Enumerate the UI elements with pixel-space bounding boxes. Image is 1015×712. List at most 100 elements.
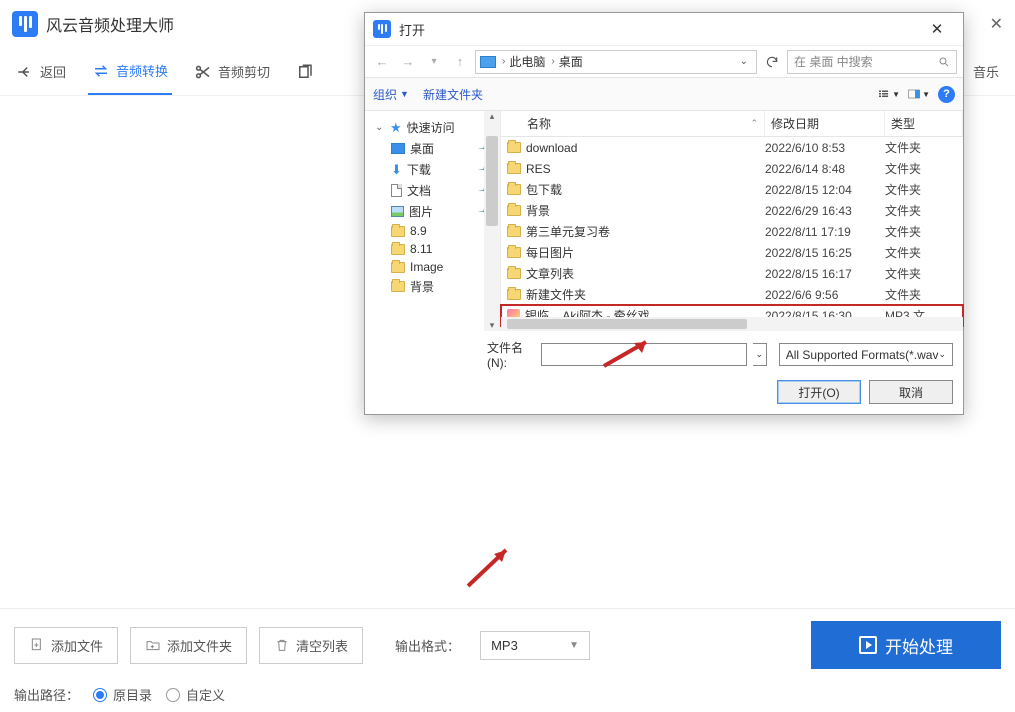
view-mode-button[interactable]: ▼: [878, 85, 900, 103]
col-name-header[interactable]: 名称⌃: [501, 111, 765, 136]
refresh-button[interactable]: [761, 51, 783, 73]
tree-pictures[interactable]: 图片📌: [369, 201, 496, 222]
nav-forward-button[interactable]: →: [397, 51, 419, 73]
tree-label: 下载: [407, 161, 431, 178]
file-row[interactable]: download2022/6/10 8:53文件夹: [501, 137, 963, 158]
add-folder-label: 添加文件夹: [167, 636, 232, 655]
nav-convert-label: 音频转换: [116, 61, 168, 80]
nav-back[interactable]: 返回: [12, 49, 70, 95]
folder-plus-icon: [145, 637, 161, 653]
dialog-close-button[interactable]: ✕: [919, 15, 955, 43]
pane-icon: [908, 87, 920, 101]
file-type: 文件夹: [885, 223, 963, 240]
file-name: 第三单元复习卷: [526, 223, 610, 240]
file-row[interactable]: 背景 2022/6/29 16:43文件夹: [501, 200, 963, 221]
dialog-search-input[interactable]: 在 桌面 中搜索: [787, 50, 957, 74]
trash-icon: [274, 637, 290, 653]
file-row[interactable]: 每日图片2022/8/15 16:25文件夹: [501, 242, 963, 263]
radio-custom-dir[interactable]: 自定义: [166, 685, 225, 704]
file-row[interactable]: 文章列表2022/8/15 16:17文件夹: [501, 263, 963, 284]
nav-recent-button[interactable]: ▾: [423, 51, 445, 73]
file-name: 包下载: [526, 181, 562, 198]
path-dropdown-button[interactable]: ⌄: [736, 56, 752, 67]
folder-icon: [391, 281, 405, 292]
star-icon: ★: [390, 120, 402, 136]
file-name: RES: [526, 162, 551, 176]
file-row[interactable]: RES2022/6/14 8:48文件夹: [501, 158, 963, 179]
chevron-down-icon: ⌄: [938, 349, 946, 360]
output-format-select[interactable]: MP3 ▼: [480, 631, 590, 660]
cancel-button[interactable]: 取消: [869, 380, 953, 404]
tree-label: 背景: [410, 278, 434, 295]
radio-icon: [166, 688, 180, 702]
filename-label: 文件名(N):: [487, 339, 535, 370]
nav-cut[interactable]: 音频剪切: [190, 49, 274, 95]
file-date: 2022/8/15 16:17: [765, 267, 885, 281]
add-folder-button[interactable]: 添加文件夹: [130, 627, 247, 664]
file-row[interactable]: 第三单元复习卷2022/8/11 17:19文件夹: [501, 221, 963, 242]
folder-tree: ⌄★快速访问 桌面📌 ⬇下载📌 文档📌 图片📌 8.9 8.11 Image 背…: [365, 111, 501, 331]
file-scrollbar[interactable]: [501, 317, 963, 331]
tree-folder[interactable]: Image: [369, 258, 496, 276]
tree-folder[interactable]: 8.9: [369, 222, 496, 240]
tree-label: 文档: [407, 182, 431, 199]
organize-menu[interactable]: 组织▼: [373, 86, 409, 103]
file-list: 名称⌃ 修改日期 类型 download2022/6/10 8:53文件夹 RES…: [501, 111, 963, 331]
filename-dropdown[interactable]: ⌄: [753, 343, 767, 366]
tree-quick-access[interactable]: ⌄★快速访问: [369, 117, 496, 138]
nav-copy[interactable]: [292, 49, 318, 95]
preview-pane-button[interactable]: ▼: [908, 85, 930, 103]
new-folder-button[interactable]: 新建文件夹: [423, 86, 483, 103]
output-format-value: MP3: [491, 638, 518, 653]
filetype-filter[interactable]: All Supported Formats(*.wav ⌄: [779, 343, 953, 366]
file-row[interactable]: 新建文件夹2022/6/6 9:56文件夹: [501, 284, 963, 305]
nav-cut-label: 音频剪切: [218, 62, 270, 81]
bottom-bar: 添加文件 添加文件夹 清空列表 输出格式： MP3 ▼ 开始处理 输出路径： 原…: [0, 608, 1015, 712]
folder-icon: [391, 226, 405, 237]
folder-icon: [507, 205, 521, 216]
clear-list-label: 清空列表: [296, 636, 348, 655]
tree-desktop[interactable]: 桌面📌: [369, 138, 496, 159]
tree-folder[interactable]: 8.11: [369, 240, 496, 258]
start-button[interactable]: 开始处理: [811, 621, 1001, 669]
file-name: 背景: [526, 202, 550, 219]
file-row[interactable]: 包下载2022/8/15 12:04文件夹: [501, 179, 963, 200]
nav-back-button[interactable]: ←: [371, 51, 393, 73]
tree-label: 快速访问: [407, 119, 455, 136]
filename-input[interactable]: [541, 343, 747, 366]
nav-convert[interactable]: 音频转换: [88, 49, 172, 95]
file-date: 2022/8/15 12:04: [765, 183, 885, 197]
clear-list-button[interactable]: 清空列表: [259, 627, 363, 664]
tree-downloads[interactable]: ⬇下载📌: [369, 159, 496, 180]
tree-folder[interactable]: 背景: [369, 276, 496, 297]
start-label: 开始处理: [885, 633, 953, 658]
play-icon: [859, 636, 877, 654]
folder-icon: [391, 244, 405, 255]
nav-up-button[interactable]: ↑: [449, 51, 471, 73]
add-file-small-label: 添加文件: [51, 636, 103, 655]
col-type-header[interactable]: 类型: [885, 111, 963, 136]
open-button[interactable]: 打开(O): [777, 380, 861, 404]
dialog-app-icon: [373, 20, 391, 38]
radio-original-label: 原目录: [113, 685, 152, 704]
tree-scrollbar[interactable]: ▴▾: [484, 111, 500, 331]
file-type: 文件夹: [885, 202, 963, 219]
path-breadcrumb[interactable]: ›此电脑 ›桌面 ⌄: [475, 50, 757, 74]
window-close-icon[interactable]: ✕: [990, 14, 1003, 34]
add-file-button-small[interactable]: 添加文件: [14, 627, 118, 664]
tree-label: 8.11: [410, 242, 432, 256]
crumb-root: 此电脑: [509, 53, 545, 70]
help-button[interactable]: ?: [938, 86, 955, 103]
radio-original-dir[interactable]: 原目录: [93, 685, 152, 704]
file-date: 2022/6/14 8:48: [765, 162, 885, 176]
col-date-header[interactable]: 修改日期: [765, 111, 885, 136]
nav-music[interactable]: 音乐: [969, 49, 1003, 95]
nav-music-label: 音乐: [973, 62, 999, 81]
file-name: 每日图片: [526, 244, 574, 261]
tree-documents[interactable]: 文档📌: [369, 180, 496, 201]
folder-icon: [391, 262, 405, 273]
file-date: 2022/6/29 16:43: [765, 204, 885, 218]
desktop-icon: [391, 143, 405, 154]
document-icon: [391, 184, 402, 197]
tree-label: 桌面: [410, 140, 434, 157]
